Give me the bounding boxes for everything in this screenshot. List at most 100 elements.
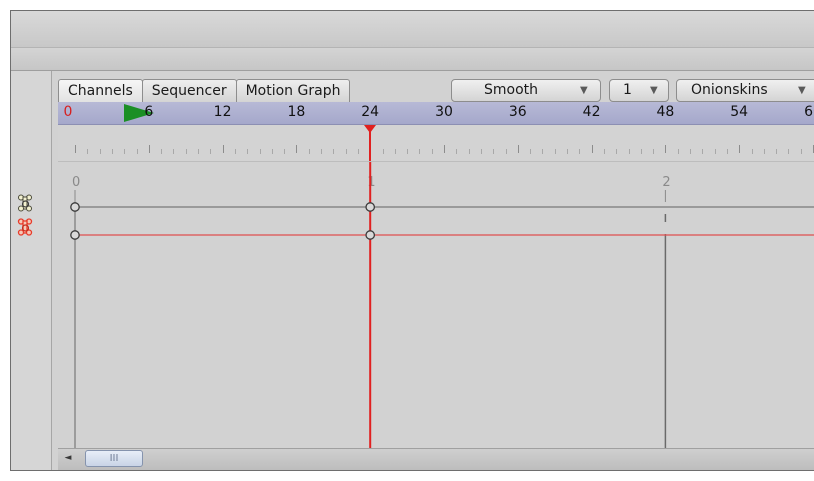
channel-graph[interactable]: 0 1 2 — [58, 162, 814, 450]
frame-tick — [505, 149, 507, 154]
step-value: 1 — [623, 82, 632, 98]
bone-selected-icon[interactable] — [16, 218, 34, 236]
frame-tick — [530, 149, 532, 154]
frame-tick — [234, 149, 236, 154]
frame-tick — [726, 149, 728, 154]
keyframe-dot[interactable] — [70, 230, 80, 240]
onionskins-select[interactable]: Onionskins ▼ — [676, 79, 814, 102]
bone-icon[interactable] — [16, 194, 34, 212]
frame-tick — [247, 149, 249, 154]
frame-tick — [173, 149, 175, 154]
frame-tick — [382, 149, 384, 154]
frame-tick — [468, 149, 470, 154]
frame-tick — [677, 149, 679, 154]
keyframe-dot[interactable] — [365, 202, 376, 212]
second-label: 0 — [72, 175, 80, 190]
frame-tick — [259, 149, 261, 154]
frame-label: 18 — [287, 104, 306, 120]
frame-tick — [222, 145, 224, 153]
frame-tick — [419, 149, 421, 154]
frame-tick — [357, 149, 359, 154]
second-label: 2 — [662, 175, 670, 190]
frame-tick — [456, 149, 458, 154]
frame-tick — [603, 149, 605, 154]
frame-tick — [628, 149, 630, 154]
horizontal-scrollbar[interactable]: ◄ III — [58, 448, 814, 470]
frame-tick — [394, 149, 396, 154]
frame-tick — [124, 149, 126, 154]
frame-tick-strip[interactable] — [58, 125, 814, 162]
frame-tick — [702, 149, 704, 154]
frame-tick — [333, 149, 335, 154]
frame-tick — [763, 149, 765, 154]
frame-label: 24 — [361, 104, 380, 120]
frame-tick — [616, 149, 618, 154]
frame-label: 54 — [730, 104, 749, 120]
panel-title-bar — [11, 11, 814, 48]
frame-tick — [444, 145, 445, 153]
frame-tick — [640, 149, 642, 154]
frame-tick — [161, 149, 163, 154]
tab-channels[interactable]: Channels — [58, 79, 143, 102]
frame-tick — [591, 145, 593, 153]
frame-tick — [776, 149, 778, 154]
frame-tick — [788, 149, 790, 154]
frame-tick — [198, 149, 199, 154]
interpolation-value: Smooth — [484, 82, 539, 98]
frame-tick — [579, 149, 581, 154]
chevron-down-icon: ▼ — [798, 85, 806, 96]
frame-tick — [751, 149, 753, 154]
frame-label: 48 — [656, 104, 675, 120]
frame-label: 36 — [508, 104, 527, 120]
frame-tick — [714, 149, 716, 154]
frame-tick — [554, 149, 556, 154]
frame-label: 30 — [435, 104, 453, 120]
interpolation-select[interactable]: Smooth ▼ — [451, 79, 601, 102]
frame-tick — [99, 149, 101, 154]
frame-tick — [284, 149, 286, 154]
view-tabs: Channels Sequencer Motion Graph — [58, 79, 351, 102]
panel-toolbar — [11, 48, 814, 71]
scroll-left-arrow-icon[interactable]: ◄ — [60, 451, 76, 466]
track-icon-column — [11, 71, 52, 470]
frame-tick — [308, 149, 310, 154]
frame-ruler[interactable]: 0 6 12 18 24 30 36 42 48 54 60 — [58, 102, 814, 125]
frame-tick — [542, 149, 544, 154]
frame-tick — [653, 149, 655, 154]
keyframe-dot[interactable] — [365, 230, 376, 240]
frame-tick — [321, 149, 322, 154]
chevron-down-icon: ▼ — [650, 85, 658, 96]
frame-label: 12 — [213, 104, 232, 120]
frame-tick — [431, 149, 433, 154]
chevron-down-icon: ▼ — [580, 85, 588, 96]
playhead-line-top — [369, 131, 372, 161]
frame-tick — [296, 145, 298, 153]
onionskins-value: Onionskins — [691, 82, 768, 98]
frame-tick — [75, 145, 76, 153]
frame-tick — [517, 145, 519, 153]
frame-label: 42 — [582, 104, 601, 120]
frame-tick — [345, 149, 347, 154]
frame-tick — [210, 149, 212, 154]
frame-tick — [271, 149, 273, 154]
tab-motion-graph[interactable]: Motion Graph — [235, 79, 351, 102]
frame-label: 60 — [804, 104, 814, 120]
frame-tick — [480, 149, 482, 154]
scroll-thumb[interactable]: III — [85, 450, 143, 467]
frame-tick — [87, 149, 89, 154]
frame-tick — [567, 149, 568, 154]
step-select[interactable]: 1 ▼ — [609, 79, 669, 102]
keyframe-dot[interactable] — [70, 202, 80, 212]
frame-tick — [148, 145, 150, 153]
frame-tick — [690, 149, 691, 154]
frame-tick — [407, 149, 409, 154]
frame-tick — [493, 149, 495, 154]
frame-tick — [111, 149, 113, 154]
frame-tick — [739, 145, 741, 153]
timeline-panel: Channels Sequencer Motion Graph Smooth ▼… — [10, 10, 814, 471]
tab-sequencer[interactable]: Sequencer — [141, 79, 237, 102]
second-label: 1 — [367, 175, 375, 190]
frame-label: 0 — [63, 104, 73, 120]
frame-label: 6 — [144, 104, 154, 120]
frame-tick — [136, 149, 138, 154]
